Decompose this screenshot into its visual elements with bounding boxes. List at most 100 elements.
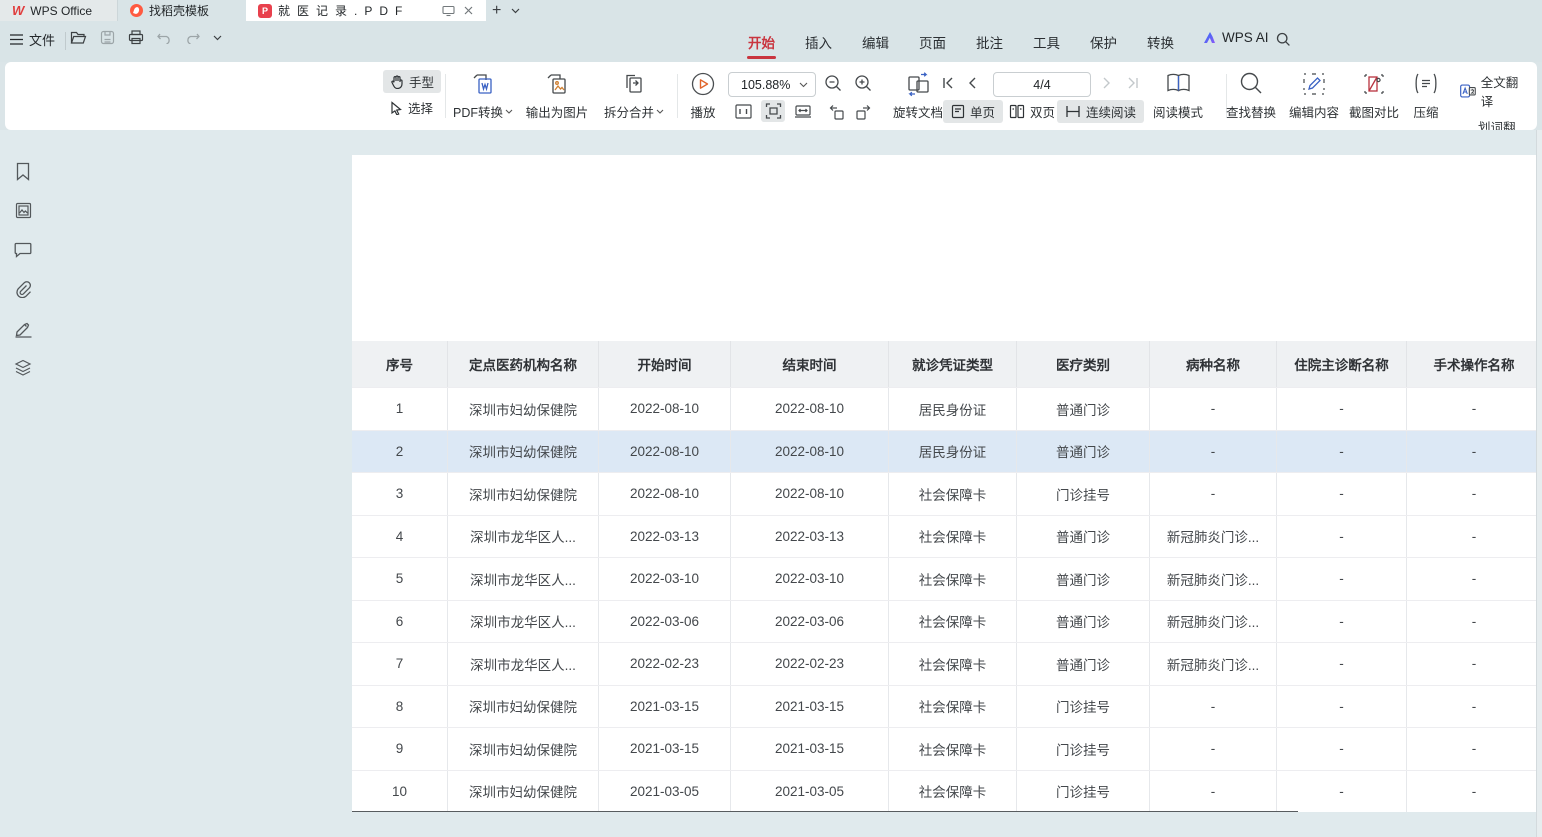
table-cell: 5 — [352, 558, 448, 600]
table-cell: 2022-03-13 — [731, 516, 889, 558]
bookmark-icon[interactable] — [13, 161, 33, 181]
compress-label: 压缩 — [1413, 102, 1438, 121]
ribbon-tab[interactable]: 插入 — [790, 21, 847, 62]
cursor-icon — [390, 101, 403, 115]
print-icon[interactable] — [128, 30, 144, 45]
read-mode-button[interactable]: 阅读模式 — [1147, 69, 1209, 123]
table-cell: - — [1150, 686, 1277, 728]
zoom-out-icon[interactable] — [824, 74, 843, 93]
tab-document[interactable]: P 就医记录.PDF — [246, 0, 486, 21]
last-page-icon[interactable] — [1126, 76, 1140, 90]
wps-ai-label: WPS AI — [1222, 30, 1269, 45]
table-cell: 7 — [352, 643, 448, 685]
table-cell: 2022-08-10 — [731, 473, 889, 515]
table-row: 6深圳市龙华区人...2022-03-062022-03-06社会保障卡普通门诊… — [352, 600, 1536, 643]
ribbon-tab[interactable]: 页面 — [904, 21, 961, 62]
table-cell: - — [1277, 431, 1407, 473]
vertical-scrollbar[interactable] — [1536, 130, 1542, 837]
full-translate-label: 全文翻译 — [1481, 72, 1530, 110]
table-cell: 4 — [352, 516, 448, 558]
table-cell: 2022-08-10 — [731, 431, 889, 473]
ribbon-tab[interactable]: 开始 — [733, 21, 790, 62]
fit-width-icon[interactable] — [761, 100, 785, 122]
select-tool-button[interactable]: 选择 — [383, 96, 441, 119]
rotate-right-icon[interactable] — [852, 100, 876, 122]
table-cell: 普通门诊 — [1017, 601, 1150, 643]
undo-icon[interactable] — [157, 31, 172, 44]
table-cell: 2022-08-10 — [599, 431, 731, 473]
signature-pen-icon[interactable] — [13, 318, 33, 338]
tab-wps-office[interactable]: W WPS Office — [0, 0, 118, 21]
table-cell: 6 — [352, 601, 448, 643]
export-image-button[interactable]: 输出为图片 — [521, 69, 593, 123]
table-cell: 新冠肺炎门诊... — [1150, 516, 1277, 558]
ribbon-tab[interactable]: 编辑 — [847, 21, 904, 62]
open-file-icon[interactable] — [70, 30, 87, 45]
header-cell: 开始时间 — [599, 341, 731, 387]
rotate-left-icon[interactable] — [824, 100, 848, 122]
pdf-page[interactable]: 序号定点医药机构名称开始时间结束时间就诊凭证类型医疗类别病种名称住院主诊断名称手… — [352, 155, 1536, 812]
compress-button[interactable]: 压缩 — [1406, 69, 1446, 123]
zoom-in-icon[interactable] — [854, 74, 873, 93]
table-cell: - — [1150, 473, 1277, 515]
split-merge-button[interactable]: 拆分合并 — [597, 69, 671, 123]
table-cell: 2022-03-06 — [731, 601, 889, 643]
redo-icon[interactable] — [185, 31, 200, 44]
table-cell: 门诊挂号 — [1017, 728, 1150, 770]
table-cell: 2021-03-15 — [599, 686, 731, 728]
table-cell: 深圳市龙华区人... — [448, 558, 599, 600]
thumbnail-icon[interactable] — [13, 200, 33, 220]
play-button[interactable]: 播放 — [681, 69, 725, 123]
ribbon-search-icon[interactable] — [1268, 32, 1299, 47]
table-cell: - — [1277, 558, 1407, 600]
pdf-convert-button[interactable]: PDF转换 — [449, 69, 517, 123]
ribbon-tab[interactable]: 转换 — [1132, 21, 1189, 62]
save-icon[interactable] — [100, 30, 115, 45]
table-cell: 深圳市龙华区人... — [448, 601, 599, 643]
table-cell: - — [1407, 771, 1536, 813]
actual-size-icon[interactable] — [731, 100, 755, 122]
hand-tool-label: 手型 — [409, 72, 434, 91]
table-cell: 居民身份证 — [889, 388, 1017, 430]
monitor-icon[interactable] — [442, 5, 455, 17]
split-merge-icon — [621, 71, 647, 97]
close-icon[interactable] — [463, 5, 474, 16]
previous-page-icon[interactable] — [967, 76, 977, 90]
hand-tool-button[interactable]: 手型 — [383, 70, 441, 93]
full-translate-icon — [1460, 84, 1476, 98]
edit-content-button[interactable]: 编辑内容 — [1284, 69, 1344, 123]
fit-page-icon[interactable] — [791, 100, 815, 122]
tab-list-chevron-icon[interactable] — [507, 0, 524, 21]
table-cell: 普通门诊 — [1017, 431, 1150, 473]
page-number-input[interactable]: 4/4 — [993, 72, 1091, 97]
single-page-icon — [951, 104, 965, 119]
table-cell: 门诊挂号 — [1017, 686, 1150, 728]
table-cell: - — [1277, 601, 1407, 643]
ribbon-tab[interactable]: 批注 — [961, 21, 1018, 62]
full-translate-button[interactable]: 全文翻译 — [1453, 70, 1537, 112]
first-page-icon[interactable] — [941, 76, 955, 90]
tab-docer-templates[interactable]: 找稻壳模板 — [118, 0, 246, 21]
ribbon-tab[interactable]: 工具 — [1018, 21, 1075, 62]
file-menu[interactable]: 文件 — [10, 30, 55, 49]
table-cell: 门诊挂号 — [1017, 473, 1150, 515]
ribbon-tab[interactable]: 保护 — [1075, 21, 1132, 62]
new-tab-button[interactable]: + — [486, 0, 507, 21]
continuous-reading-toggle[interactable]: 连续阅读 — [1057, 100, 1144, 123]
table-cell: - — [1407, 728, 1536, 770]
comment-icon[interactable] — [13, 240, 33, 260]
table-row: 3深圳市妇幼保健院2022-08-102022-08-10社会保障卡门诊挂号--… — [352, 472, 1536, 515]
table-cell: 1 — [352, 388, 448, 430]
next-page-icon[interactable] — [1102, 76, 1112, 90]
screenshot-compare-button[interactable]: 截图对比 — [1344, 69, 1404, 123]
attachment-icon[interactable] — [13, 279, 33, 299]
find-replace-button[interactable]: 查找替换 — [1220, 69, 1282, 123]
table-cell: 社会保障卡 — [889, 601, 1017, 643]
wps-ai-button[interactable]: WPS AI — [1192, 30, 1279, 45]
quick-access-chevron-icon[interactable] — [213, 35, 222, 41]
table-cell: - — [1407, 431, 1536, 473]
menu-bar: 文件 开始插入编辑页面批注工具保护转换 WPS AI — [0, 21, 1542, 62]
single-page-toggle[interactable]: 单页 — [943, 100, 1003, 123]
zoom-level-select[interactable]: 105.88% — [728, 72, 816, 97]
layers-icon[interactable] — [13, 358, 33, 378]
